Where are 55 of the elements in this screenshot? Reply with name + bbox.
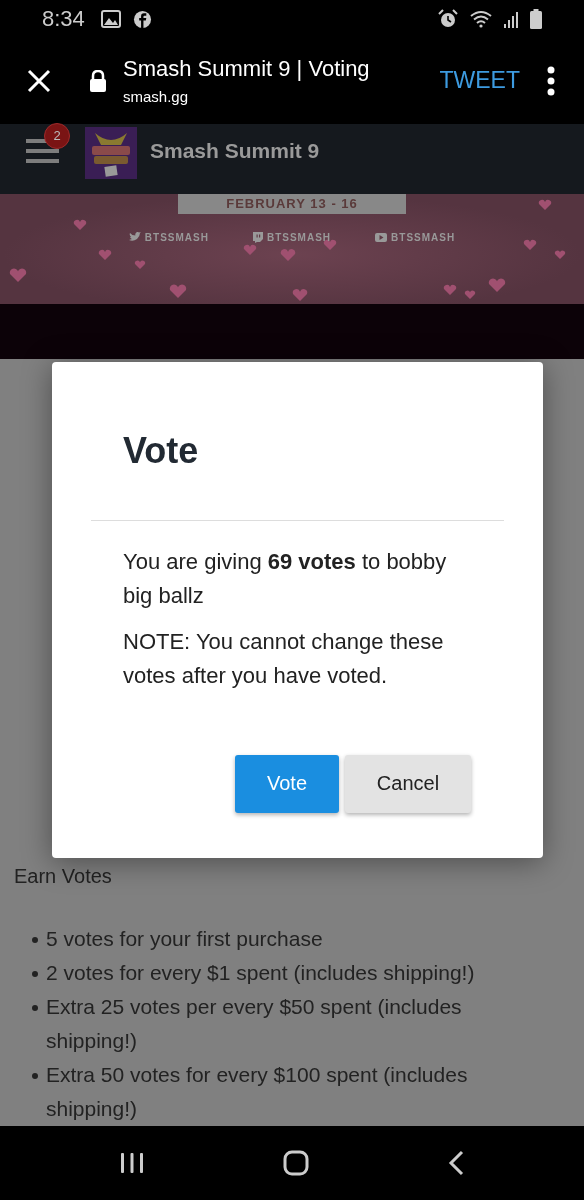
image-icon <box>100 10 121 29</box>
bullet <box>32 1004 38 1011</box>
section-heading: Earn Votes <box>14 864 113 888</box>
heart-icon <box>243 244 257 255</box>
bullet <box>32 1072 38 1079</box>
site-title: Smash Summit 9 <box>150 138 320 163</box>
tweet-button[interactable]: TWEET <box>439 67 520 95</box>
heart-icon <box>98 249 112 260</box>
heart-icon <box>280 248 296 261</box>
heart-icon <box>488 278 506 292</box>
close-icon[interactable] <box>27 68 51 93</box>
facebook-icon <box>132 9 152 29</box>
note-text: NOTE: You cannot change these votes after you have voted. <box>123 627 445 690</box>
list-item: Extra 25 votes per every $50 spent (includes shipping!) <box>46 993 463 1054</box>
social-handle[interactable]: BTSSMASH <box>144 231 209 243</box>
home-icon[interactable] <box>283 1149 309 1176</box>
heart-icon <box>9 268 27 282</box>
heart-icon <box>443 284 457 295</box>
heart-icon <box>323 239 337 250</box>
social-handle[interactable]: BTSSMASH <box>266 231 332 243</box>
heart-icon <box>464 290 476 299</box>
bullet <box>32 936 38 943</box>
page-title: Smash Summit 9 | Voting <box>123 56 371 83</box>
notification-badge: 2 <box>44 122 70 149</box>
lock-icon <box>89 69 107 92</box>
play-icon <box>375 232 388 242</box>
list-item: 5 votes for your first purchase <box>46 925 323 952</box>
bullet <box>32 970 38 977</box>
chat-icon <box>252 231 263 243</box>
heart-icon <box>523 239 537 250</box>
vote-message: You are giving 69 votes to bobby big ballz <box>123 547 448 610</box>
heart-icon <box>554 250 566 259</box>
page-url: smash.gg <box>123 88 190 106</box>
alarm-icon <box>438 9 458 30</box>
heart-icon <box>292 288 308 301</box>
more-icon[interactable] <box>546 65 556 96</box>
heart-icon <box>73 219 87 230</box>
battery-icon <box>530 9 542 30</box>
wifi-icon <box>470 10 492 29</box>
vote-button[interactable]: Vote <box>235 754 339 813</box>
heart-icon <box>134 260 146 269</box>
logo-icon <box>85 126 137 179</box>
heart-icon <box>538 199 552 210</box>
event-dates: FEBRUARY 13 - 16 <box>178 193 406 214</box>
list-item: 2 votes for every $1 spent (includes shipping!) <box>46 959 475 986</box>
bird-icon <box>128 232 141 243</box>
clock: 8:34 <box>42 6 85 33</box>
dialog-title: Vote <box>123 429 200 472</box>
recent-apps-icon[interactable] <box>119 1151 144 1174</box>
cancel-button[interactable]: Cancel <box>345 754 471 813</box>
list-item: Extra 50 votes for every $100 spent (includes shipping!) <box>46 1061 469 1122</box>
back-icon[interactable] <box>448 1149 465 1176</box>
social-handle[interactable]: BTSSMASH <box>391 231 456 243</box>
heart-icon <box>169 284 187 298</box>
signal-icon <box>504 10 518 29</box>
